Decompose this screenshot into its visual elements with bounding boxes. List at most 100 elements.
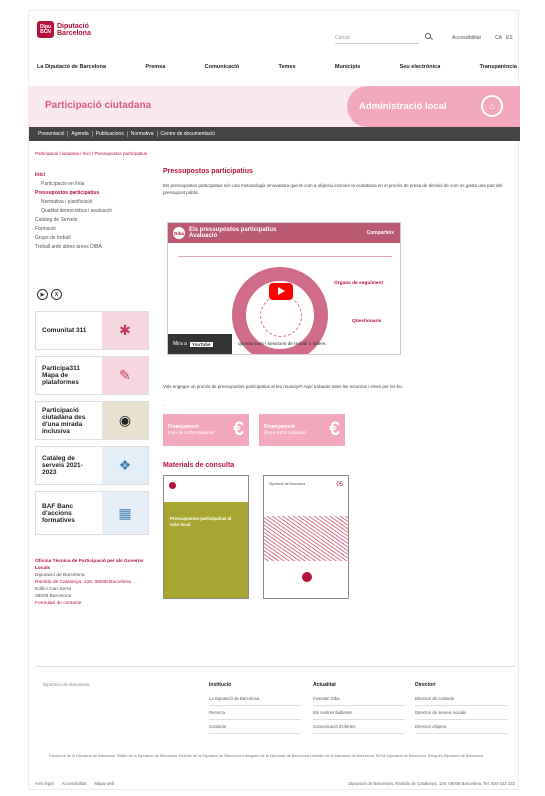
social-links: ▶ X xyxy=(37,289,62,300)
top-navigation: La Diputació de Barcelona Premsa Comunic… xyxy=(37,64,517,70)
footer-logo[interactable]: Diputació de Barcelona xyxy=(43,682,90,687)
video-header: Diba Els pressupostos participatius Avalu… xyxy=(168,223,400,243)
footer-link[interactable]: Directori de serveis socials xyxy=(415,706,507,720)
sitemap-link[interactable]: Mapa web xyxy=(94,781,114,786)
subnav-normativa[interactable]: Normativa xyxy=(128,131,158,137)
watch-on-youtube[interactable]: Mira a YouTube xyxy=(168,334,232,354)
nav-transparencia[interactable]: Transparència xyxy=(480,64,517,70)
catalog-icon: ❖ xyxy=(102,447,148,484)
accessibility-link[interactable]: Accessibilitat xyxy=(452,35,481,41)
sidebar-item[interactable]: Normativa i planificació xyxy=(35,198,147,207)
card-inclusiva[interactable]: Participació ciutadana des d'una mirada … xyxy=(35,401,149,440)
book-number-2: 05 xyxy=(336,482,343,488)
page-title[interactable]: Participació ciutadana xyxy=(45,100,151,111)
book-pattern xyxy=(264,516,348,561)
book-cover-1[interactable]: Pressupostos participatius al món local xyxy=(163,475,249,599)
site-logo[interactable]: Dipu BCN Diputació Barcelona xyxy=(37,21,91,38)
nav-comunicacio[interactable]: Comunicació xyxy=(205,64,240,70)
card-comunitat-311[interactable]: Comunitat 311 ✱ xyxy=(35,311,149,350)
footer-divider xyxy=(35,666,515,667)
footer-link[interactable]: Comunicació d'ofertes xyxy=(313,720,405,734)
office-title: Oficina Tècnica de Participació per als … xyxy=(35,559,144,571)
breadcrumb[interactable]: Participació ciutadana / Inici / Pressup… xyxy=(35,151,147,156)
legal-link[interactable]: Avís legal xyxy=(35,781,54,786)
nav-seu[interactable]: Seu electrònica xyxy=(400,64,441,70)
footer-link[interactable]: Directori d'àpers xyxy=(415,720,507,734)
video-label-questionaris: Qüestionaris xyxy=(352,319,382,324)
footer-link[interactable]: Contacte xyxy=(209,720,301,734)
logo-line-1: Diputació xyxy=(57,22,89,30)
video-caption: qüestionaris i sessions de treball o tal… xyxy=(238,342,327,347)
video-player[interactable]: Diba Els pressupostos participatius Avalu… xyxy=(167,222,401,355)
office-info: Oficina Tècnica de Participació per als … xyxy=(35,558,155,607)
sidebar-item[interactable]: Qualitat democràtica i avaluació xyxy=(35,207,147,216)
sidebar-item[interactable]: Catàleg de Serveis xyxy=(35,216,147,225)
book-cover-2[interactable]: Diputació de Barcelona 05 xyxy=(263,475,349,599)
footer-link[interactable]: Directori de contacte xyxy=(415,692,507,706)
subnav-publicacions[interactable]: Publicacions xyxy=(93,131,128,137)
footer-col-institucio: Institució La Diputació de Barcelona Rec… xyxy=(209,682,301,734)
footer-link[interactable]: Els nostres butlletins xyxy=(313,706,405,720)
footer-link[interactable]: La Diputació de Barcelona xyxy=(209,692,301,706)
diba-badge: Diba xyxy=(173,227,185,239)
euro-icon: € xyxy=(329,419,340,440)
footer-social-links[interactable]: Facebook de la Diputació de Barcelona Tw… xyxy=(49,751,509,761)
sidebar-item[interactable]: Grups de treball xyxy=(35,234,147,243)
sidebar-item[interactable]: Formació xyxy=(35,225,147,234)
youtube-icon[interactable]: ▶ xyxy=(37,289,48,300)
finance-small-button[interactable]: Finançament (fins a 5.000 habitants) € xyxy=(259,414,345,446)
sidebar-item[interactable]: Participació en línia xyxy=(35,180,147,189)
sidebar-item[interactable]: Treball amb altres àrees DIBA xyxy=(35,243,147,252)
question-text: Vols engegar un procés de pressupostos p… xyxy=(163,384,404,389)
contact-form-link[interactable]: Formulari de contacte xyxy=(35,600,155,607)
play-button-icon[interactable] xyxy=(269,283,293,300)
subnav-centre[interactable]: Centre de documentació xyxy=(158,131,218,137)
footer-bottom: Avís legal Accessibilitat Mapa web Diput… xyxy=(35,781,515,786)
accessibility-footer-link[interactable]: Accessibilitat xyxy=(62,781,87,786)
book-publisher-2: Diputació de Barcelona xyxy=(269,482,306,486)
nav-temes[interactable]: Temes xyxy=(279,64,296,70)
video-timeline xyxy=(178,256,392,257)
sidebar-nav: Inici Participació en línia Pressupostos p… xyxy=(35,171,147,252)
footer-link[interactable]: Inventari Diba xyxy=(313,692,405,706)
youtube-logo-icon: YouTube xyxy=(189,341,213,347)
language-switcher: CA ES xyxy=(495,35,513,41)
lang-ca[interactable]: CA xyxy=(495,35,502,41)
card-participa311[interactable]: Participa311 Mapa de plataformes ✎ xyxy=(35,356,149,395)
office-line: 08008 Barcelona xyxy=(35,594,72,599)
section-nav: Presentació Agenda Publicacions Normativ… xyxy=(29,127,520,141)
subnav-agenda[interactable]: Agenda xyxy=(68,131,93,137)
nav-premsa[interactable]: Premsa xyxy=(145,64,165,70)
footer-col-actualitat: Actualitat Inventari Diba Els nostres bu… xyxy=(313,682,405,734)
diba-logo-icon xyxy=(302,572,312,582)
search-icon[interactable] xyxy=(425,33,431,39)
euro-icon: € xyxy=(233,419,244,440)
intro-text: Els pressupostos participatius són una m… xyxy=(163,183,502,195)
materials-heading: Materials de consulta xyxy=(163,462,235,469)
finance-large-button[interactable]: Finançament (més de 5.000 habitants) € xyxy=(163,414,249,446)
network-icon: ✱ xyxy=(102,312,148,349)
eye-icon: ◉ xyxy=(102,402,148,439)
sidebar-item[interactable]: Pressupostos participatius xyxy=(35,189,147,198)
lang-es[interactable]: ES xyxy=(506,35,513,41)
footer-link[interactable]: Recerca xyxy=(209,706,301,720)
card-cataleg[interactable]: Catàleg de serveis 2021-2023 ❖ xyxy=(35,446,149,485)
bank-icon: ▦ xyxy=(102,492,148,534)
office-address-link[interactable]: Rambla de Catalunya, 126, 08008 Barcelon… xyxy=(35,579,155,586)
nav-municipis[interactable]: Municipis xyxy=(335,64,360,70)
nav-diputacio[interactable]: La Diputació de Barcelona xyxy=(37,64,106,70)
share-icon[interactable]: Comparteix xyxy=(366,230,394,236)
footer-col-directori: Directori Directori de contacte Director… xyxy=(415,682,507,734)
footer-address: Diputació de Barcelona. Rambla de Catalu… xyxy=(348,781,515,786)
main-heading: Pressupostos participatius xyxy=(163,168,253,175)
hero-subtitle: Administració local xyxy=(359,101,447,112)
search-input[interactable]: Cercar xyxy=(335,35,419,44)
x-icon[interactable]: X xyxy=(51,289,62,300)
book-title-1: Pressupostos participatius al món local xyxy=(170,516,232,527)
sidebar-item[interactable]: Inici xyxy=(35,171,147,180)
separator-text: - xyxy=(163,403,165,409)
logo-line-2: Barcelona xyxy=(57,29,91,37)
card-baf[interactable]: BAF Banc d'accions formatives ▦ xyxy=(35,491,149,535)
subnav-presentacio[interactable]: Presentació xyxy=(35,131,69,137)
video-label-organs: Òrgans de seguiment xyxy=(334,281,384,286)
